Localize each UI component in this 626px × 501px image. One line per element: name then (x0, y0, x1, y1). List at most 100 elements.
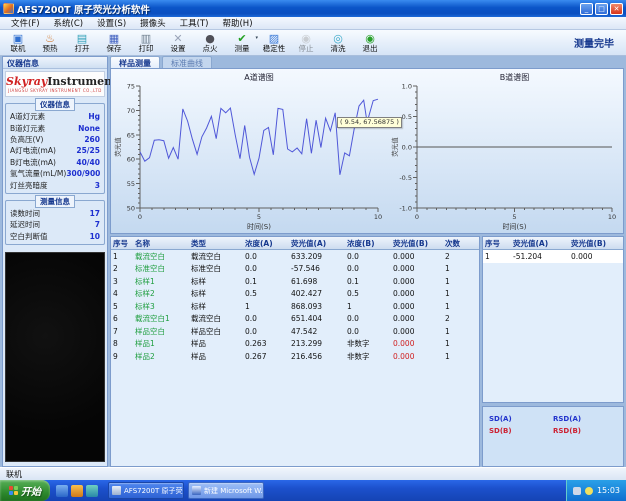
table-cell: 样品2 (133, 351, 189, 362)
tab-标准曲线[interactable]: 标准曲线 (162, 56, 212, 68)
toolbar-button-label: 保存 (107, 45, 122, 53)
toolbar-button-label: 点火 (203, 45, 218, 53)
table-cell: 7 (111, 327, 133, 336)
info-group-title: 测量信息 (35, 195, 75, 208)
table-row[interactable]: 1载流空白载流空白0.0633.2090.00.0002 (111, 250, 479, 263)
menu-item-3[interactable]: 摄像头 (133, 17, 173, 29)
info-row: B灯电流(mA)40/40 (8, 157, 102, 168)
column-header: 荧光值(B) (569, 238, 619, 249)
table-cell: 9 (111, 352, 133, 361)
table-row[interactable]: 5标样3标样1868.09310.0001 (111, 300, 479, 313)
column-header: 次数 (443, 238, 473, 249)
table-cell: 0.0 (345, 252, 391, 261)
table-row[interactable]: 2标准空白标准空白0.0-57.5460.00.0001 (111, 263, 479, 276)
menu-item-2[interactable]: 设置(S) (90, 17, 133, 29)
tray-icon-2[interactable] (585, 487, 593, 495)
info-group-1: 测量信息读数时间17延迟时间7空白判断值10 (5, 200, 105, 245)
tray-icon-1[interactable] (573, 487, 581, 495)
svg-text:60: 60 (127, 156, 135, 164)
toolbar-button-打印[interactable]: ▥打印 (130, 30, 162, 55)
measurement-status-text: 测量完毕 (574, 35, 614, 50)
menu-item-0[interactable]: 文件(F) (4, 17, 47, 29)
table-cell: 1 (443, 327, 473, 336)
system-tray: 15:03 (566, 480, 626, 501)
svg-text:B道谱图: B道谱图 (500, 72, 530, 82)
taskbar-task-1[interactable]: 新建 Microsoft W... (188, 482, 264, 499)
start-button[interactable]: 开始 (0, 480, 50, 501)
table-cell: 0.267 (243, 352, 289, 361)
table-row[interactable]: 6载流空白1载流空白0.0651.4040.00.0002 (111, 313, 479, 326)
table-row[interactable]: 4标样2标样0.5402.4270.50.0001 (111, 288, 479, 301)
skyray-logo: SkyrayInstrument JIANGSU SKYRAY INSTRUME… (5, 71, 105, 97)
title-bar: AFS7200T 原子荧光分析软件 _ □ ✕ (0, 0, 626, 17)
task-label: AFS7200T 原子荧光 (124, 486, 184, 496)
save-icon: ▦ (109, 33, 119, 45)
table-cell: 标样2 (133, 288, 189, 299)
tab-样品测量[interactable]: 样品测量 (110, 56, 160, 68)
table-cell: 0.000 (391, 327, 443, 336)
table-cell: 4 (111, 289, 133, 298)
toolbar-button-清洗[interactable]: ◎清洗 (322, 30, 354, 55)
table-cell: 0.000 (391, 289, 443, 298)
info-group-title: 仪器信息 (35, 98, 75, 111)
taskbar: 开始 AFS7200T 原子荧光新建 Microsoft W... 15:03 (0, 480, 626, 501)
table-cell: 标样 (189, 288, 243, 299)
table-cell: 0.263 (243, 339, 289, 348)
table-cell: 标样 (189, 301, 243, 312)
chart-tooltip: ( 9.54, 67.56875 ) (337, 117, 402, 128)
quicklaunch-icon-2[interactable] (71, 485, 83, 497)
chart-channel-b[interactable]: -1.0-0.50.00.51.00510B道谱图荧光值时间(S) (389, 70, 622, 232)
toolbar-button-稳定性[interactable]: ▨稳定性 (258, 30, 290, 55)
column-header: 序号 (483, 238, 511, 249)
menu-item-4[interactable]: 工具(T) (173, 17, 216, 29)
table-row[interactable]: 8样品1样品0.263213.299非数字0.0001 (111, 338, 479, 351)
column-header: 序号 (111, 238, 133, 249)
toolbar: ▣联机♨预热▤打开▦保存▥打印✕设置●点火✔测量▾▨稳定性◉停止◎清洗◉退出 测… (0, 30, 626, 56)
toolbar-button-设置[interactable]: ✕设置 (162, 30, 194, 55)
task-window-icon (192, 486, 201, 495)
table-cell: 0.5 (243, 289, 289, 298)
open-icon: ▤ (77, 33, 87, 45)
stat-label-RSD(A): RSD(A) (553, 415, 617, 423)
restore-button[interactable]: □ (595, 3, 608, 15)
toolbar-button-点火[interactable]: ●点火 (194, 30, 226, 55)
table-cell: 1 (443, 264, 473, 273)
toolbar-button-预热[interactable]: ♨预热 (34, 30, 66, 55)
table-cell: -57.546 (289, 264, 345, 273)
table-cell: 868.093 (289, 302, 345, 311)
minimize-button[interactable]: _ (580, 3, 593, 15)
svg-text:0.5: 0.5 (402, 113, 412, 121)
start-button-label: 开始 (21, 483, 41, 498)
table-row[interactable]: 3标样1标样0.161.6980.10.0001 (111, 275, 479, 288)
table-cell: 6 (111, 314, 133, 323)
taskbar-task-0[interactable]: AFS7200T 原子荧光 (108, 482, 184, 499)
quicklaunch-icon-3[interactable] (86, 485, 98, 497)
toolbar-button-联机[interactable]: ▣联机 (2, 30, 34, 55)
menu-item-1[interactable]: 系统(C) (47, 17, 91, 29)
settings-icon: ✕ (173, 33, 182, 45)
status-bar: 联机 (0, 467, 626, 480)
column-header: 荧光值(A) (511, 238, 569, 249)
toolbar-button-打开[interactable]: ▤打开 (66, 30, 98, 55)
stats-row: SD(A)RSD(A) (489, 415, 617, 423)
table-cell: 0.000 (391, 302, 443, 311)
menu-item-5[interactable]: 帮助(H) (215, 17, 259, 29)
close-button[interactable]: ✕ (610, 3, 623, 15)
column-header: 类型 (189, 238, 243, 249)
info-label: 氩气流量(mL/M) (10, 168, 66, 179)
table-row[interactable]: 9样品2样品0.267216.456非数字0.0001 (111, 350, 479, 363)
svg-text:时间(S): 时间(S) (247, 222, 271, 231)
column-header: 荧光值(B) (391, 238, 443, 249)
info-label: 空白判断值 (10, 231, 48, 242)
toolbar-button-退出[interactable]: ◉退出 (354, 30, 386, 55)
table-row[interactable]: 7样品空白样品空白0.047.5420.00.0001 (111, 325, 479, 338)
info-value: 300/900 (66, 169, 100, 178)
statusbar-text: 联机 (6, 470, 22, 479)
toolbar-button-保存[interactable]: ▦保存 (98, 30, 130, 55)
toolbar-button-测量[interactable]: ✔测量▾ (226, 30, 258, 55)
table-row[interactable]: 1-51.2040.000 (483, 250, 623, 263)
chart-channel-a[interactable]: 5055606570750510A道谱图荧光值时间(S) (112, 70, 388, 232)
svg-text:A道谱图: A道谱图 (244, 72, 273, 82)
svg-text:0.0: 0.0 (402, 144, 412, 152)
quicklaunch-icon-1[interactable] (56, 485, 68, 497)
